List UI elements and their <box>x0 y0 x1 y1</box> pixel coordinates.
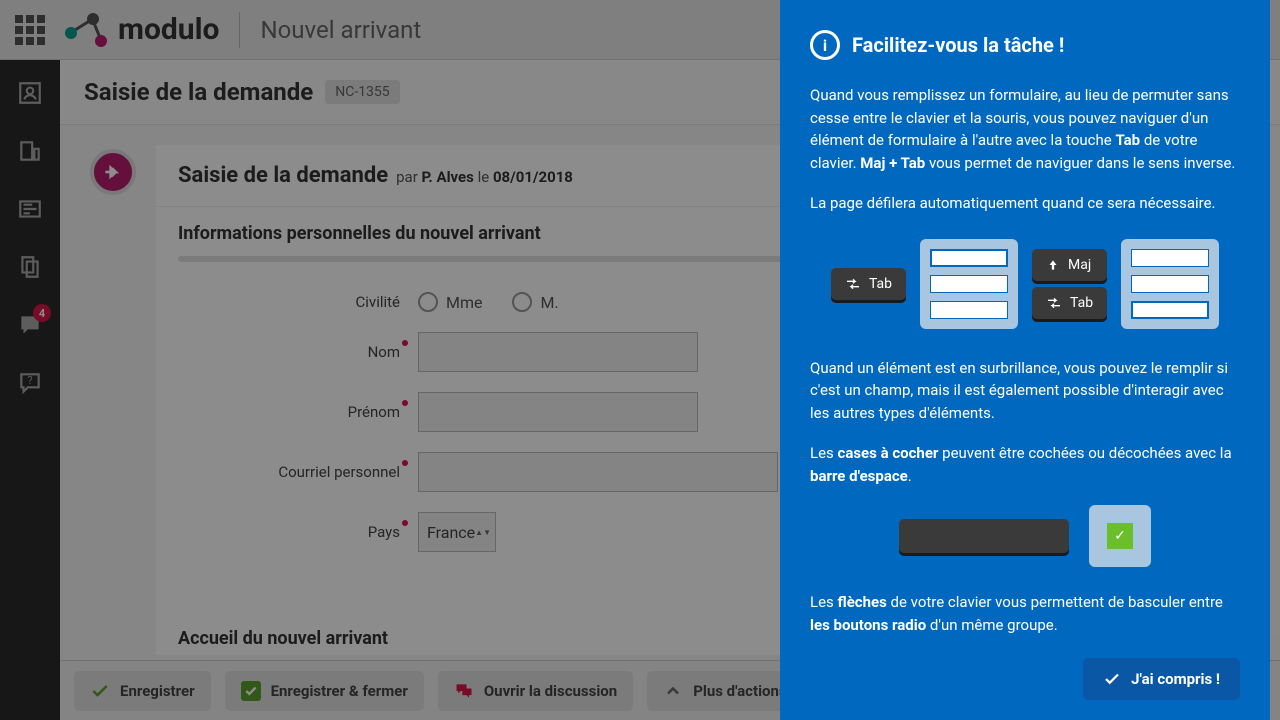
shift-arrow-icon <box>1046 258 1060 272</box>
info-icon: i <box>810 30 840 60</box>
tab-key-illustration: Tab <box>831 268 906 300</box>
fields-forward-illustration <box>920 239 1018 329</box>
help-paragraph-5: Les flèches de votre clavier vous permet… <box>810 591 1240 636</box>
maj-tab-key-stack: Maj Tab <box>1032 249 1107 319</box>
tab-arrows-icon <box>845 276 861 292</box>
help-paragraph-2: La page défilera automatiquement quand c… <box>810 192 1240 215</box>
help-paragraph-1: Quand vous remplissez un formulaire, au … <box>810 84 1240 174</box>
help-panel-header: i Facilitez-vous la tâche ! <box>810 30 1240 60</box>
tab-key-illustration-2: Tab <box>1032 287 1107 319</box>
tab-arrows-icon <box>1046 295 1062 311</box>
maj-key-illustration: Maj <box>1032 249 1107 281</box>
checkbox-illustration: ✓ <box>1089 505 1151 567</box>
help-panel: i Facilitez-vous la tâche ! Quand vous r… <box>780 0 1270 720</box>
help-title: Facilitez-vous la tâche ! <box>852 33 1064 57</box>
understood-button[interactable]: J'ai compris ! <box>1083 658 1240 700</box>
space-key-illustration <box>899 519 1069 553</box>
check-icon <box>1103 670 1121 688</box>
help-paragraph-3: Quand un élément est en surbrillance, vo… <box>810 357 1240 425</box>
help-diagram-space: ✓ <box>810 505 1240 567</box>
help-paragraph-4: Les cases à cocher peuvent être cochées … <box>810 442 1240 487</box>
help-diagram-tab: Tab Maj Tab <box>810 239 1240 329</box>
checkbox-checked-icon: ✓ <box>1107 523 1133 549</box>
fields-backward-illustration <box>1121 239 1219 329</box>
